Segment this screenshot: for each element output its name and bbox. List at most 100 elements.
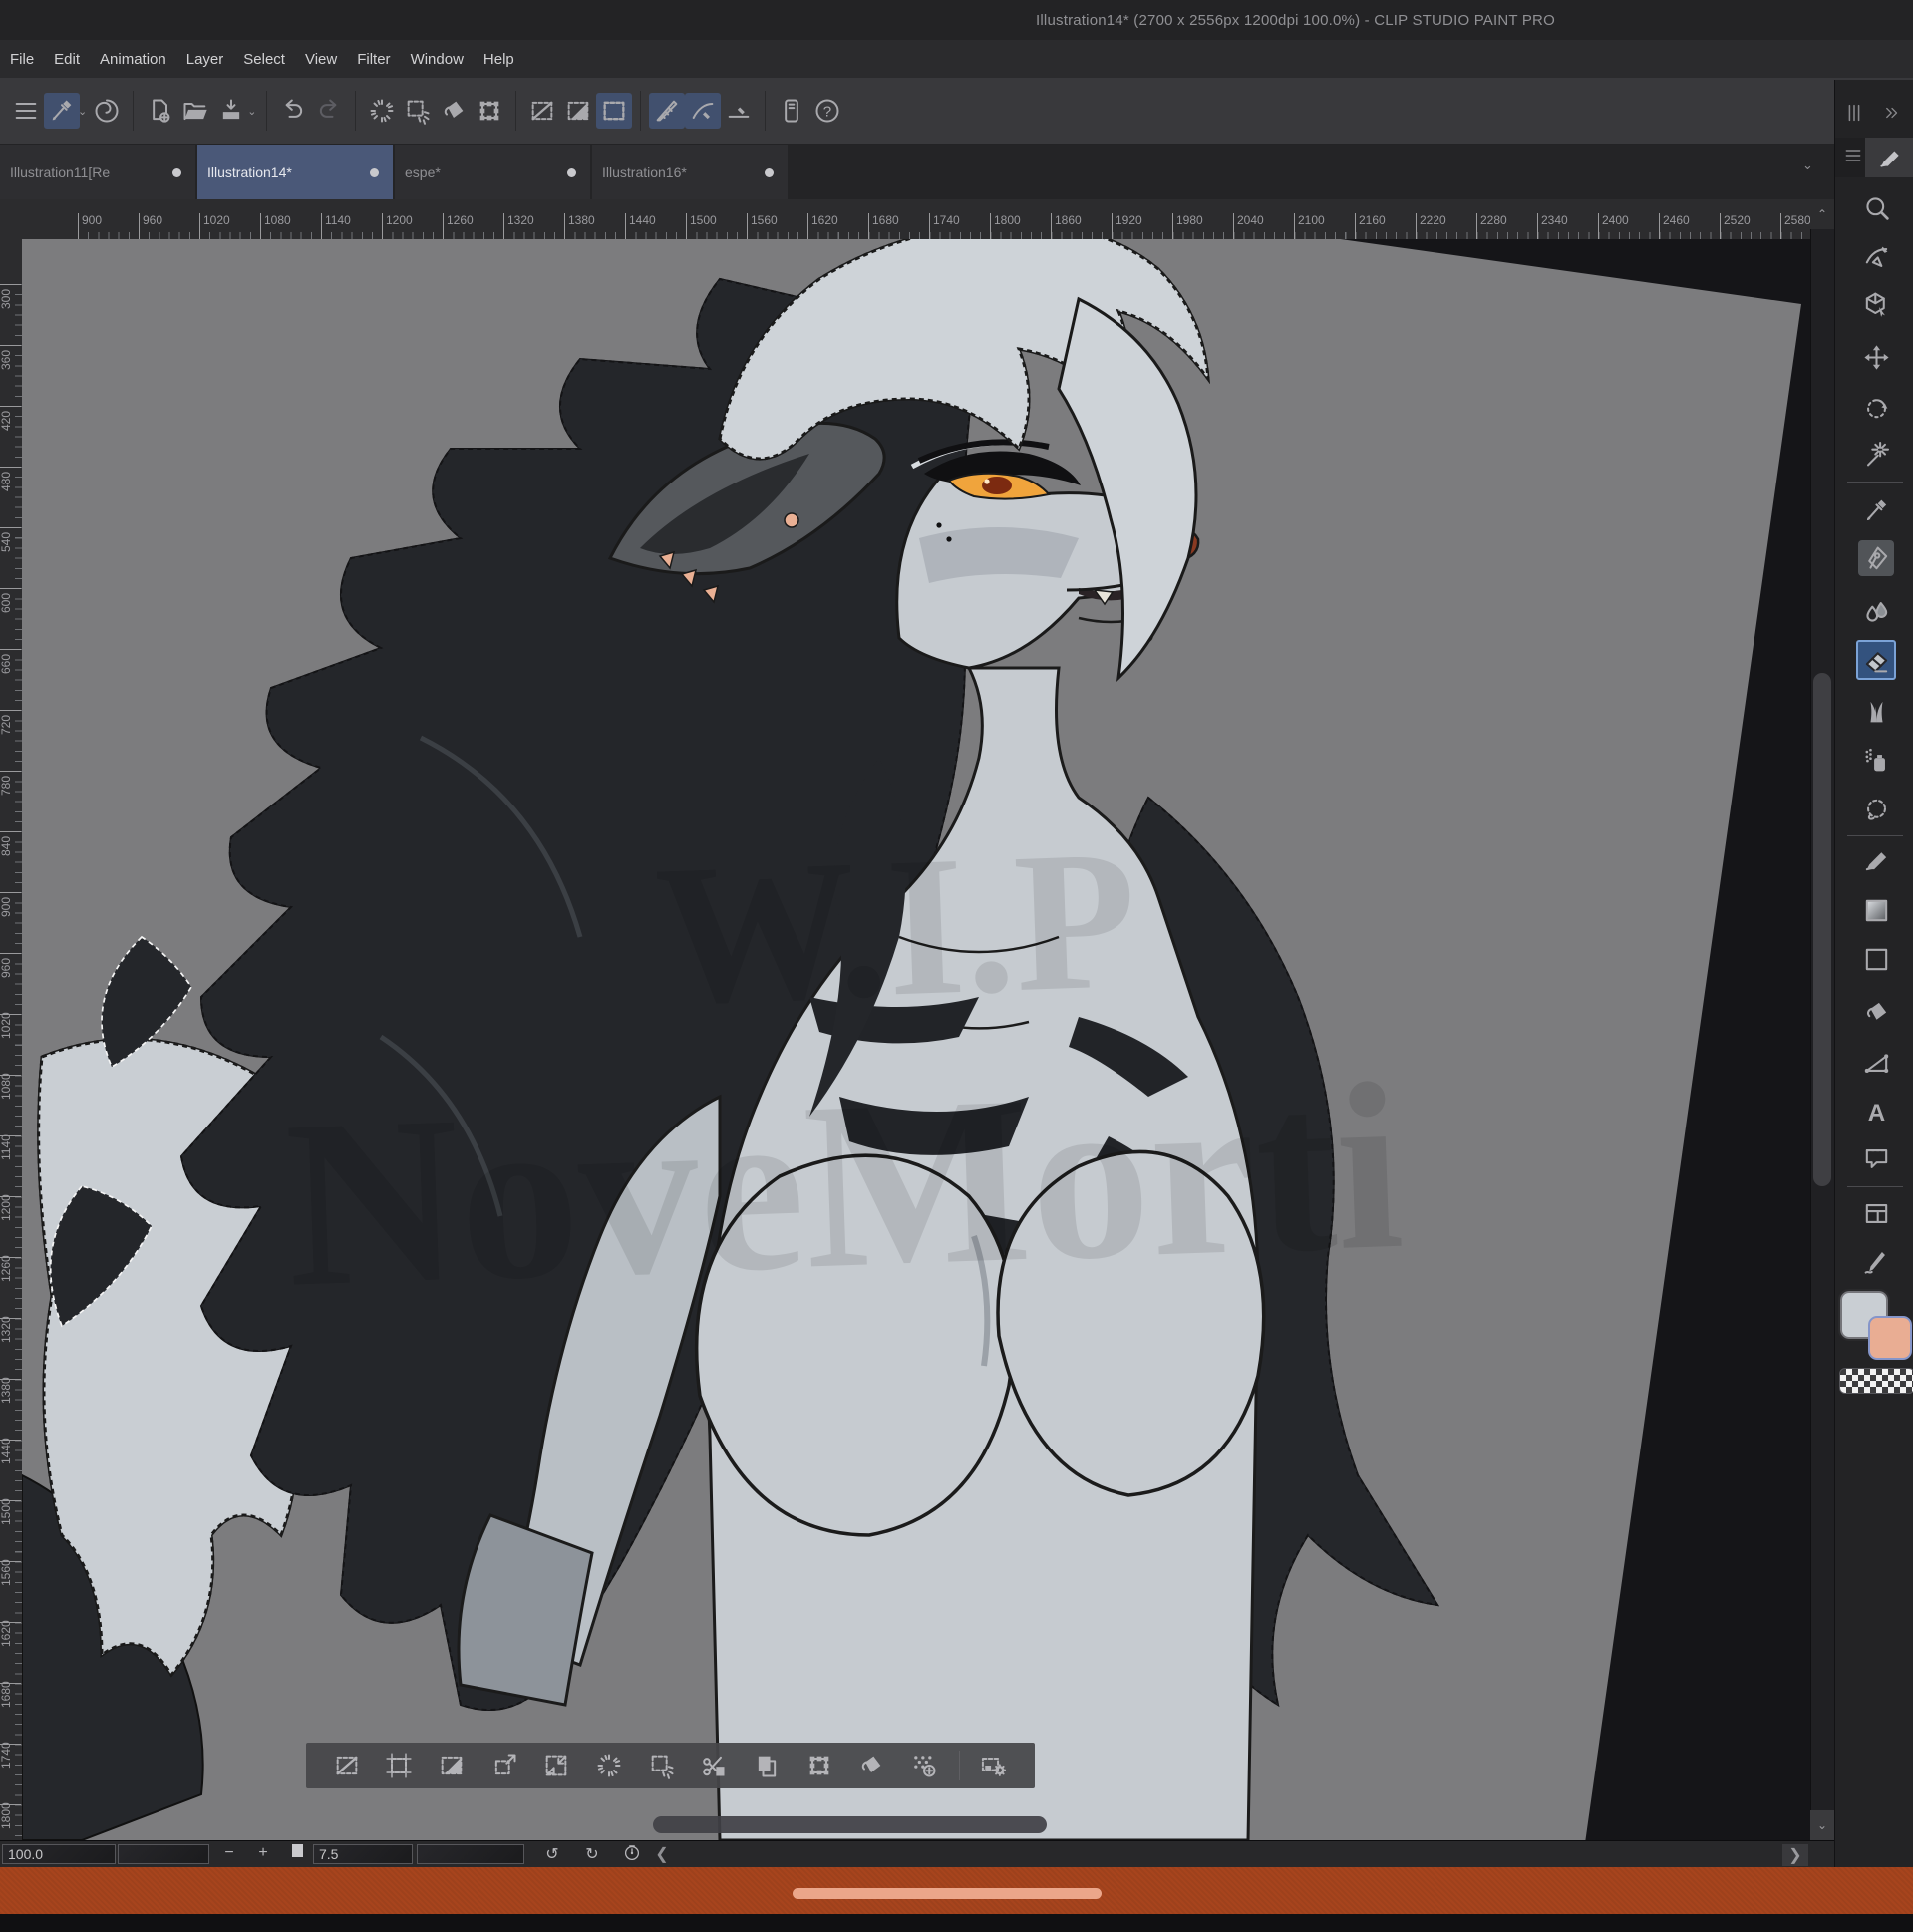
zoom-tool[interactable] [1858,189,1894,225]
tab-overflow-chevron-icon[interactable]: ⌄ [1802,158,1813,173]
frame-tool[interactable] [1858,941,1894,977]
menu-animation[interactable]: Animation [90,40,176,78]
fill-tool[interactable] [1858,994,1894,1030]
selection-mode-button[interactable] [596,93,632,129]
fit-view-button[interactable] [285,1844,309,1857]
eyedropper-tool[interactable] [1858,492,1894,528]
zoom-slider[interactable] [118,1844,209,1864]
transform-button[interactable] [472,93,507,129]
blend-tool[interactable] [1858,792,1894,827]
text-tool[interactable]: A [1858,1094,1894,1129]
pen-tool[interactable] [1858,540,1894,576]
current-tool-dropdown[interactable]: ⌄ [78,105,87,118]
menu-filter[interactable]: Filter [347,40,400,78]
panel-collapse-icon[interactable] [1883,104,1901,122]
launcher-clear-border-icon [648,1752,676,1779]
tab-illustration11re[interactable]: Illustration11[Re [0,145,195,199]
save-dropdown[interactable]: ⌄ [247,105,256,118]
tab-illustration16[interactable]: Illustration16* [592,145,788,199]
launcher-clear-border-button[interactable] [644,1748,680,1783]
launcher-shrink-selection-button[interactable] [538,1748,574,1783]
undo-button[interactable] [275,93,311,129]
launcher-expand-selection-button[interactable] [486,1748,522,1783]
launcher-copy-paste-button[interactable] [749,1748,785,1783]
airbrush-tool[interactable] [1858,742,1894,778]
launcher-cut-paste-button[interactable] [696,1748,732,1783]
marker-tool[interactable] [1858,841,1894,877]
title-bar: Illustration14* (2700 x 2556px 1200dpi 1… [0,0,1913,40]
selection-border-rays-button[interactable] [400,93,436,129]
snap-to-special-ruler-button[interactable] [685,93,721,129]
launcher-new-tone-button[interactable] [906,1748,942,1783]
tool-menu-icon[interactable] [1843,146,1863,165]
help-button[interactable]: ? [809,93,845,129]
decoration-tool[interactable] [1858,693,1894,729]
menu-select[interactable]: Select [233,40,295,78]
blur-selection-border-button[interactable] [364,93,400,129]
object-tool[interactable] [1858,239,1894,275]
rotate-canvas-tool[interactable] [1858,389,1894,425]
frame-border-tool[interactable] [1858,1195,1894,1231]
horizontal-scrollbar-thumb[interactable] [653,1816,1047,1833]
zoom-out-button[interactable]: − [217,1844,241,1862]
invert-selection-button[interactable] [560,93,596,129]
menu-window[interactable]: Window [401,40,474,78]
home-indicator[interactable] [793,1888,1102,1899]
canvas-viewport[interactable]: W.I.P NoveMorti [22,239,1810,1840]
main-menu-button[interactable] [8,93,44,129]
zoom-value-field[interactable]: 100.0 [2,1844,116,1864]
deselect-button[interactable] [524,93,560,129]
launcher-transform-button[interactable] [801,1748,837,1783]
canvas-artwork[interactable]: W.I.P NoveMorti [22,239,1810,1840]
new-file-button[interactable] [142,93,177,129]
redo-button[interactable] [311,93,347,129]
brush-tool[interactable] [1858,593,1894,629]
menu-edit[interactable]: Edit [44,40,90,78]
launcher-fill-button[interactable] [853,1748,889,1783]
reset-view-button[interactable] [618,1844,646,1862]
gradient-tool[interactable] [1858,892,1894,928]
rotation-value-field[interactable]: 7.5 [313,1844,413,1864]
snap-to-grid-button[interactable] [721,93,757,129]
panel-grip-icon[interactable] [1843,102,1865,124]
launcher-deselect-button[interactable] [329,1748,365,1783]
eraser-tool[interactable] [1856,640,1896,680]
move-layer-tool[interactable] [1858,339,1894,375]
operation-tool[interactable] [1858,286,1894,322]
tab-illustration14[interactable]: Illustration14* [197,145,393,199]
menu-file[interactable]: File [0,40,44,78]
menu-layer[interactable]: Layer [176,40,234,78]
clip-studio-logo-button[interactable] [89,93,125,129]
snap-to-ruler-button[interactable] [649,93,685,129]
balloon-tool[interactable] [1858,1140,1894,1176]
open-file-button[interactable] [177,93,213,129]
scroll-down-button[interactable]: ⌄ [1810,1810,1834,1840]
zoom-in-button[interactable]: + [251,1844,275,1862]
menu-view[interactable]: View [295,40,347,78]
tab-espe[interactable]: espe* [395,145,590,199]
vertical-scrollbar-thumb[interactable] [1813,673,1831,1186]
scroll-right-button[interactable]: ❯ [1782,1844,1808,1866]
launcher-invert-selection-button[interactable] [434,1748,470,1783]
correction-line-tool[interactable] [1858,1245,1894,1281]
companion-mode-button[interactable] [774,93,809,129]
rotation-slider[interactable] [417,1844,524,1864]
transparent-color-swatch[interactable] [1839,1368,1913,1394]
help-icon: ? [813,97,841,125]
active-tool-tab[interactable] [1865,138,1913,177]
launcher-select-area-button[interactable] [381,1748,417,1783]
launcher-blur-border-button[interactable] [591,1748,627,1783]
launcher-settings-button[interactable] [976,1748,1012,1783]
menu-help[interactable]: Help [474,40,524,78]
rotate-ccw-button[interactable]: ↺ [538,1844,566,1864]
sub-color-swatch[interactable] [1868,1316,1912,1360]
rotate-cw-button[interactable]: ↻ [578,1844,606,1864]
scroll-up-button[interactable]: ⌃ [1810,199,1834,229]
auto-select-tool[interactable] [1858,436,1894,472]
fill-selection-button[interactable] [436,93,472,129]
save-file-button[interactable] [213,93,249,129]
ruler-left-label: 1140 [0,1135,21,1136]
statusbar-collapse-icon[interactable]: ❮ [652,1844,672,1864]
figure-tool[interactable] [1858,1044,1894,1080]
current-tool-button[interactable] [44,93,80,129]
